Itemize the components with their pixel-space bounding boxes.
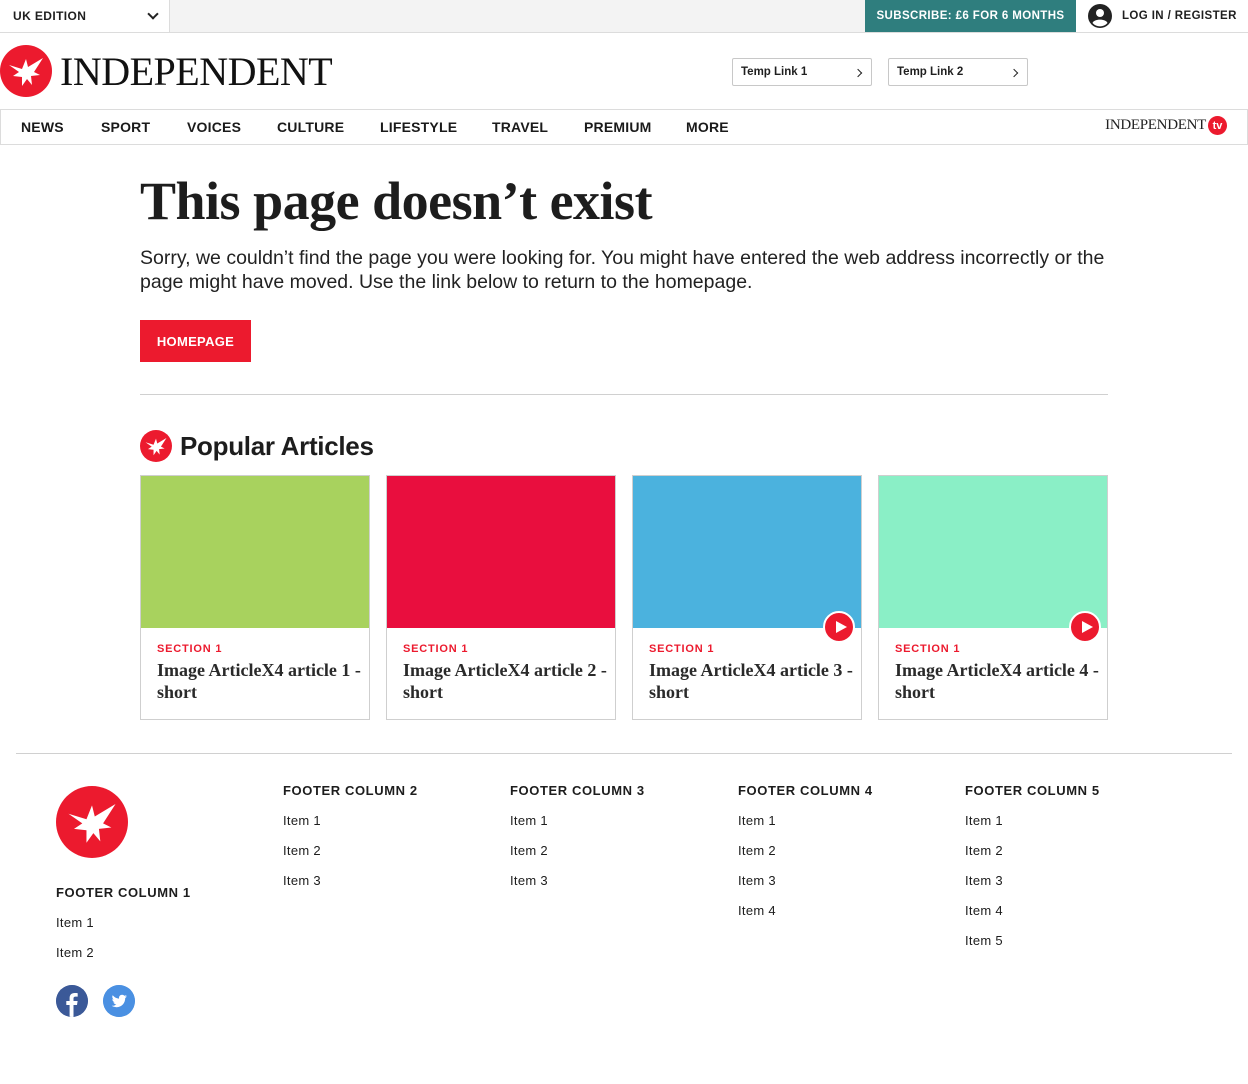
login-label: LOG IN / REGISTER (1122, 10, 1237, 22)
article-card[interactable]: SECTION 1 Image ArticleX4 article 4 - sh… (878, 475, 1108, 720)
homepage-button[interactable]: HOMEPAGE (140, 320, 251, 362)
temp-link-label: Temp Link 2 (897, 66, 964, 78)
article-section[interactable]: SECTION 1 (895, 643, 960, 655)
footer-column-title: FOOTER COLUMN 1 (56, 885, 191, 900)
main-nav: NEWS SPORT VOICES CULTURE LIFESTYLE TRAV… (0, 110, 1248, 145)
nav-item-voices[interactable]: VOICES (187, 110, 241, 144)
error-description: Sorry, we couldn’t find the page you wer… (140, 247, 1105, 293)
article-card[interactable]: SECTION 1 Image ArticleX4 article 3 - sh… (632, 475, 862, 720)
article-image[interactable] (141, 476, 369, 628)
article-image[interactable] (879, 476, 1107, 628)
footer-link[interactable]: Item 2 (283, 843, 321, 858)
footer-link[interactable]: Item 2 (965, 843, 1003, 858)
footer-link[interactable]: Item 3 (283, 873, 321, 888)
footer-link[interactable]: Item 1 (738, 813, 776, 828)
article-headline[interactable]: Image ArticleX4 article 1 - short (157, 659, 362, 703)
temp-link-label: Temp Link 1 (741, 66, 808, 78)
chevron-right-icon (853, 68, 863, 78)
chevron-down-icon (147, 8, 159, 20)
facebook-icon[interactable] (56, 985, 88, 1017)
divider (140, 394, 1108, 395)
logo-wordmark: INDEPENDENT (60, 48, 333, 94)
nav-item-lifestyle[interactable]: LIFESTYLE (380, 110, 457, 144)
footer-link[interactable]: Item 1 (283, 813, 321, 828)
article-headline[interactable]: Image ArticleX4 article 2 - short (403, 659, 608, 703)
footer-link[interactable]: Item 3 (738, 873, 776, 888)
article-section[interactable]: SECTION 1 (649, 643, 714, 655)
footer-link[interactable]: Item 1 (510, 813, 548, 828)
article-section[interactable]: SECTION 1 (157, 643, 222, 655)
article-headline[interactable]: Image ArticleX4 article 3 - short (649, 659, 854, 703)
footer-column-title: FOOTER COLUMN 2 (283, 783, 418, 798)
footer-link[interactable]: Item 1 (56, 915, 94, 930)
temp-link-1[interactable]: Temp Link 1 (732, 58, 872, 86)
play-icon[interactable] (823, 611, 855, 643)
user-icon (1088, 4, 1112, 28)
article-image[interactable] (387, 476, 615, 628)
edition-label: UK EDITION (13, 9, 87, 23)
footer-link[interactable]: Item 4 (965, 903, 1003, 918)
eagle-logo-icon (140, 430, 172, 462)
login-register-link[interactable]: LOG IN / REGISTER (1076, 0, 1248, 32)
footer-link[interactable]: Item 1 (965, 813, 1003, 828)
article-image[interactable] (633, 476, 861, 628)
top-bar: UK EDITION SUBSCRIBE: £6 FOR 6 MONTHS LO… (0, 0, 1248, 33)
eagle-logo-icon[interactable] (56, 786, 128, 858)
eagle-logo-icon (0, 45, 52, 97)
site-header: INDEPENDENT Temp Link 1 Temp Link 2 (0, 33, 1248, 110)
play-icon[interactable] (1069, 611, 1101, 643)
article-card[interactable]: SECTION 1 Image ArticleX4 article 1 - sh… (140, 475, 370, 720)
footer-link[interactable]: Item 2 (738, 843, 776, 858)
tv-badge: tv (1208, 116, 1227, 135)
footer-link[interactable]: Item 2 (56, 945, 94, 960)
nav-item-travel[interactable]: TRAVEL (492, 110, 548, 144)
footer-column-title: FOOTER COLUMN 4 (738, 783, 873, 798)
nav-item-sport[interactable]: SPORT (101, 110, 150, 144)
footer-link[interactable]: Item 3 (510, 873, 548, 888)
footer-link[interactable]: Item 2 (510, 843, 548, 858)
footer-divider (16, 753, 1232, 754)
nav-item-culture[interactable]: CULTURE (277, 110, 344, 144)
edition-selector[interactable]: UK EDITION (0, 0, 170, 32)
independent-tv-link[interactable]: INDEPENDENT tv (1105, 116, 1227, 135)
nav-item-premium[interactable]: PREMIUM (584, 110, 652, 144)
temp-link-2[interactable]: Temp Link 2 (888, 58, 1028, 86)
nav-item-more[interactable]: MORE (686, 110, 729, 144)
nav-item-news[interactable]: NEWS (21, 110, 64, 144)
popular-articles-heading: Popular Articles (140, 430, 374, 462)
article-headline[interactable]: Image ArticleX4 article 4 - short (895, 659, 1100, 703)
article-card[interactable]: SECTION 1 Image ArticleX4 article 2 - sh… (386, 475, 616, 720)
article-section[interactable]: SECTION 1 (403, 643, 468, 655)
popular-articles-title: Popular Articles (180, 430, 374, 461)
chevron-right-icon (1009, 68, 1019, 78)
tv-wordmark: INDEPENDENT (1105, 117, 1206, 133)
footer-column-title: FOOTER COLUMN 3 (510, 783, 645, 798)
twitter-icon[interactable] (103, 985, 135, 1017)
footer-link[interactable]: Item 5 (965, 933, 1003, 948)
footer-link[interactable]: Item 3 (965, 873, 1003, 888)
subscribe-button[interactable]: SUBSCRIBE: £6 FOR 6 MONTHS (865, 0, 1076, 32)
footer-link[interactable]: Item 4 (738, 903, 776, 918)
page-title: This page doesn’t exist (140, 171, 653, 231)
site-logo[interactable]: INDEPENDENT (0, 45, 333, 97)
footer-column-title: FOOTER COLUMN 5 (965, 783, 1100, 798)
